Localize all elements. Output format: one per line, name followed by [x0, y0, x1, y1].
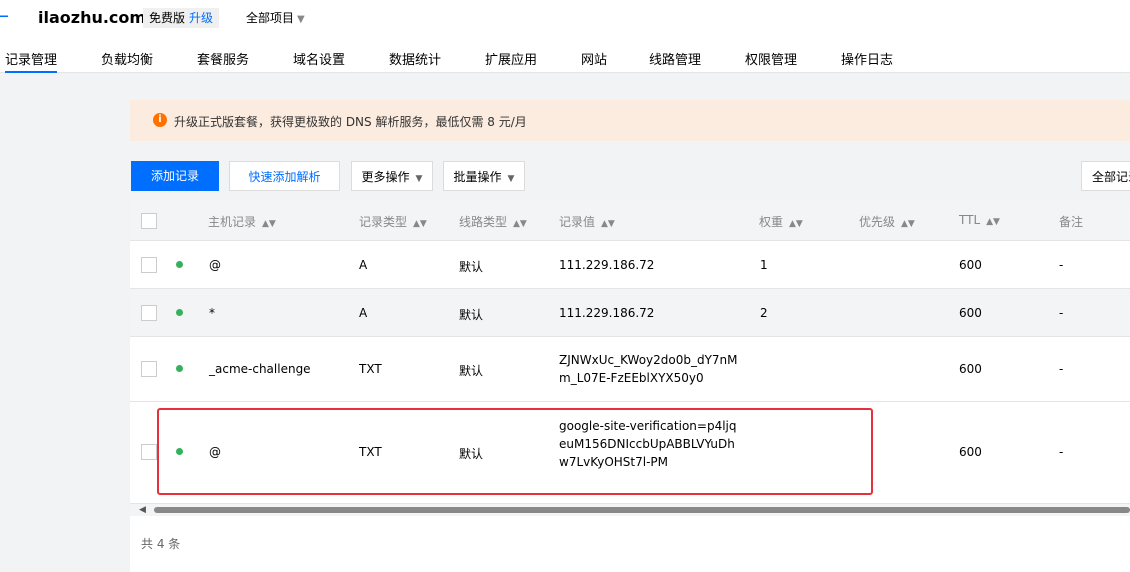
column-header-ttl[interactable]: TTL ▲▼	[959, 213, 1000, 227]
cell-host: @	[209, 258, 221, 272]
domain-name: ilaozhu.com	[38, 8, 147, 27]
project-selector[interactable]: 全部项目 ▼	[246, 9, 305, 26]
cell-host: _acme-challenge	[209, 362, 311, 376]
tab-operation-log[interactable]: 操作日志	[841, 49, 893, 73]
row-checkbox[interactable]	[141, 257, 157, 273]
row-checkbox[interactable]	[141, 361, 157, 377]
cell-line: 默认	[459, 260, 484, 274]
info-icon: i	[153, 113, 167, 127]
column-header-priority[interactable]: 优先级 ▲▼	[859, 213, 915, 230]
sort-icon: ▲▼	[986, 217, 1000, 227]
sort-icon: ▲▼	[262, 219, 276, 229]
cell-remark: -	[1059, 258, 1064, 272]
cell-host: *	[209, 306, 215, 320]
column-label: 记录值	[559, 215, 596, 229]
cell-ttl: 600	[959, 445, 982, 459]
chevron-down-icon: ▼	[415, 174, 423, 184]
edition-label: 免费版	[149, 11, 186, 25]
sort-icon: ▲▼	[789, 219, 803, 229]
cell-line: 默认	[459, 447, 484, 461]
batch-actions-dropdown[interactable]: 批量操作 ▼	[443, 161, 525, 191]
column-label: 权重	[759, 215, 784, 229]
cell-ttl: 600	[959, 362, 982, 376]
cell-ttl: 600	[959, 306, 982, 320]
column-label: TTL	[959, 213, 981, 227]
status-dot	[176, 309, 183, 316]
status-dot	[176, 365, 183, 372]
more-actions-dropdown[interactable]: 更多操作 ▼	[351, 161, 433, 191]
column-label: 优先级	[859, 215, 896, 229]
column-label: 线路类型	[459, 215, 508, 229]
cell-value: google-site-verification=p4ljqeuM156DNIc…	[559, 419, 737, 469]
column-label: 主机记录	[208, 215, 257, 229]
column-header-value[interactable]: 记录值 ▲▼	[559, 213, 615, 230]
row-checkbox[interactable]	[141, 305, 157, 321]
column-header-type[interactable]: 记录类型 ▲▼	[359, 213, 427, 230]
tab-statistics[interactable]: 数据统计	[389, 49, 441, 73]
cell-type: A	[359, 306, 368, 320]
column-header-weight[interactable]: 权重 ▲▼	[759, 213, 803, 230]
total-count: 共 4 条	[141, 537, 181, 551]
status-dot	[176, 261, 183, 268]
cell-remark: -	[1059, 445, 1064, 459]
cell-remark: -	[1059, 306, 1064, 320]
project-label: 全部项目	[246, 11, 295, 25]
cell-weight: 2	[760, 306, 768, 320]
tab-packages[interactable]: 套餐服务	[197, 49, 249, 73]
table-row[interactable]: @ TXT 默认 google-site-verification=p4ljqe…	[130, 402, 1130, 504]
tab-record-management[interactable]: 记录管理	[5, 49, 58, 73]
cell-type: TXT	[359, 362, 382, 376]
cell-type: TXT	[359, 445, 382, 459]
cell-type: A	[359, 258, 368, 272]
tab-load-balancing[interactable]: 负载均衡	[101, 49, 153, 73]
upgrade-notice: i 升级正式版套餐，获得更极致的 DNS 解析服务，最低仅需 8 元/月	[130, 100, 1130, 141]
column-header-remark: 备注	[1059, 215, 1084, 229]
tab-line-management[interactable]: 线路管理	[649, 49, 701, 73]
tab-domain-settings[interactable]: 域名设置	[293, 49, 345, 73]
row-checkbox[interactable]	[141, 444, 157, 460]
content-panel: i 升级正式版套餐，获得更极致的 DNS 解析服务，最低仅需 8 元/月 添加记…	[130, 73, 1130, 572]
chevron-down-icon: ▼	[507, 174, 515, 184]
sort-icon: ▲▼	[513, 219, 527, 229]
add-record-button[interactable]: 添加记录	[131, 161, 219, 191]
cell-value: 111.229.186.72	[559, 258, 655, 272]
back-arrow-icon[interactable]: ←	[0, 6, 9, 27]
sort-icon: ▲▼	[601, 219, 615, 229]
cell-weight: 1	[760, 258, 768, 272]
cell-host: @	[209, 445, 221, 459]
chevron-down-icon: ▼	[297, 14, 305, 25]
scroll-left-icon[interactable]: ◀	[139, 505, 146, 515]
cell-line: 默认	[459, 308, 484, 322]
top-header: ← ilaozhu.com 免费版 升级 全部项目 ▼ 记录管理 负载均衡 套餐服务…	[0, 0, 1130, 73]
column-header-line[interactable]: 线路类型 ▲▼	[459, 213, 527, 230]
edition-badge: 免费版 升级	[143, 8, 220, 28]
upgrade-link[interactable]: 升级	[189, 11, 213, 25]
select-all-checkbox[interactable]	[141, 213, 157, 229]
column-header-host[interactable]: 主机记录 ▲▼	[208, 213, 276, 230]
table-row[interactable]: @ A 默认 111.229.186.72 1 600 -	[130, 241, 1130, 289]
cell-ttl: 600	[959, 258, 982, 272]
cell-value: 111.229.186.72	[559, 306, 655, 320]
column-label: 记录类型	[359, 215, 408, 229]
horizontal-scrollbar[interactable]: ◀	[130, 504, 1130, 516]
batch-actions-label: 批量操作	[453, 170, 502, 184]
table-row[interactable]: * A 默认 111.229.186.72 2 600 -	[130, 289, 1130, 337]
cell-line: 默认	[459, 364, 484, 378]
tab-permissions[interactable]: 权限管理	[745, 49, 797, 73]
record-filter-dropdown[interactable]: 全部记录	[1081, 161, 1130, 191]
tab-website[interactable]: 网站	[581, 49, 607, 73]
cell-value: ZJNWxUc_KWoy2do0b_dY7nMm_L07E-FzEEblXYX5…	[559, 353, 738, 385]
sort-icon: ▲▼	[901, 219, 915, 229]
status-dot	[176, 448, 183, 455]
cell-remark: -	[1059, 362, 1064, 376]
table-row[interactable]: _acme-challenge TXT 默认 ZJNWxUc_KWoy2do0b…	[130, 337, 1130, 402]
quick-add-button[interactable]: 快速添加解析	[229, 161, 340, 191]
tab-extensions[interactable]: 扩展应用	[485, 49, 537, 73]
sort-icon: ▲▼	[413, 219, 427, 229]
notice-text: 升级正式版套餐，获得更极致的 DNS 解析服务，最低仅需 8 元/月	[174, 115, 527, 129]
scrollbar-thumb[interactable]	[154, 507, 1130, 513]
more-actions-label: 更多操作	[361, 170, 410, 184]
table-header: 主机记录 ▲▼ 记录类型 ▲▼ 线路类型 ▲▼ 记录值 ▲▼ 权重 ▲▼ 优先级 ▲▼ TT…	[130, 201, 1130, 241]
